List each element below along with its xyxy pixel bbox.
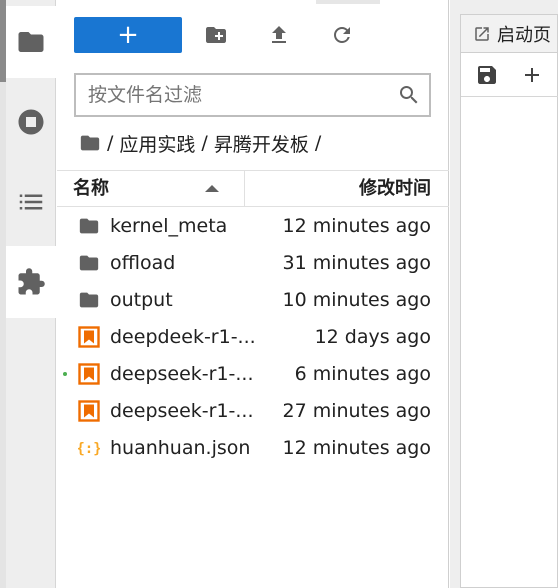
json-icon: {:} (76, 437, 101, 459)
stop-circle-icon (18, 109, 44, 135)
notebook-icon (78, 363, 100, 385)
puzzle-icon (18, 268, 45, 295)
new-launcher-button[interactable]: + (74, 17, 182, 53)
breadcrumb-item-applied-practice[interactable]: 应用实践 (119, 130, 195, 157)
activity-bar (0, 0, 56, 588)
svg-text:{:}: {:} (78, 441, 100, 457)
file-name: output (110, 289, 173, 311)
column-divider[interactable] (244, 171, 245, 207)
file-modified-time: 12 minutes ago (282, 215, 432, 237)
folder-icon (78, 215, 100, 237)
breadcrumb-separator: / (201, 132, 208, 154)
notebook-icon (78, 400, 100, 422)
file-modified-time: 12 days ago (314, 326, 431, 348)
file-browser-tab[interactable] (6, 6, 56, 78)
search-icon (397, 83, 421, 107)
new-folder-button[interactable] (202, 21, 230, 49)
file-modified-time: 6 minutes ago (294, 363, 431, 385)
file-name: kernel_meta (110, 215, 228, 237)
file-modified-time: 10 minutes ago (282, 289, 432, 311)
file-browser: + / 应用实践 / 昇腾开发板 / 名称 (57, 0, 449, 588)
new-folder-icon (206, 27, 226, 43)
running-indicator (63, 372, 67, 376)
file-row[interactable]: kernel_meta 12 minutes ago (57, 208, 449, 245)
document-toolbar (461, 53, 558, 97)
folder-icon (78, 252, 100, 274)
home-folder-icon[interactable] (79, 132, 101, 154)
file-modified-time: 12 minutes ago (282, 437, 432, 459)
tab-launcher[interactable]: 启动页 (473, 21, 551, 47)
upload-icon (272, 26, 286, 43)
tab-label: 启动页 (497, 25, 551, 46)
launcher-tab[interactable]: 启动页 (460, 14, 558, 52)
refresh-button[interactable] (328, 21, 356, 49)
list-icon (19, 194, 43, 210)
file-modified-time: 31 minutes ago (282, 252, 432, 274)
file-row[interactable]: output 10 minutes ago (57, 282, 449, 319)
notebook-icon (78, 326, 100, 348)
breadcrumb: / 应用实践 / 昇腾开发板 / (79, 130, 327, 156)
main-area: 启动页 (450, 0, 558, 588)
breadcrumb-item-ascend-board[interactable]: 昇腾开发板 (214, 130, 309, 157)
modified-column-header[interactable]: 修改时间 (359, 171, 431, 207)
file-row[interactable]: offload 31 minutes ago (57, 245, 449, 282)
file-list-header: 名称 修改时间 (57, 170, 449, 207)
save-icon (478, 66, 496, 84)
file-name: deepseek-r1-... (110, 363, 254, 385)
file-name: offload (110, 252, 176, 274)
document-panel (460, 52, 558, 588)
file-modified-time: 27 minutes ago (282, 400, 432, 422)
refresh-icon (334, 27, 350, 43)
file-row[interactable]: deepseek-r1-... 6 minutes ago (57, 356, 449, 393)
file-row[interactable]: {:} huanhuan.json 12 minutes ago (57, 430, 449, 467)
running-sessions-tab[interactable] (6, 86, 56, 158)
add-icon (525, 68, 539, 82)
file-name: huanhuan.json (110, 437, 251, 459)
launch-icon (475, 27, 489, 41)
table-of-contents-tab[interactable] (6, 166, 56, 238)
filter-input[interactable] (88, 83, 388, 107)
file-name: deepdeek-r1-... (110, 326, 256, 348)
add-cell-button[interactable] (520, 63, 544, 87)
sort-ascending-icon (205, 185, 219, 192)
breadcrumb-separator: / (314, 132, 322, 154)
save-button[interactable] (475, 63, 499, 87)
name-column-header[interactable]: 名称 (73, 171, 109, 207)
file-row[interactable]: deepseek-r1-... 27 minutes ago (57, 393, 449, 430)
breadcrumb-separator: / (107, 132, 114, 154)
upload-button[interactable] (265, 21, 293, 49)
file-name: deepseek-r1-... (110, 400, 254, 422)
folder-icon (18, 32, 44, 52)
folder-icon (78, 289, 100, 311)
filter-box (74, 73, 431, 117)
jupyterlab-window: + / 应用实践 / 昇腾开发板 / 名称 (0, 0, 558, 588)
file-browser-toolbar: + (74, 17, 374, 53)
extension-manager-tab[interactable] (6, 246, 56, 318)
top-edge-shade (316, 0, 380, 4)
file-row[interactable]: deepdeek-r1-... 12 days ago (57, 319, 449, 356)
